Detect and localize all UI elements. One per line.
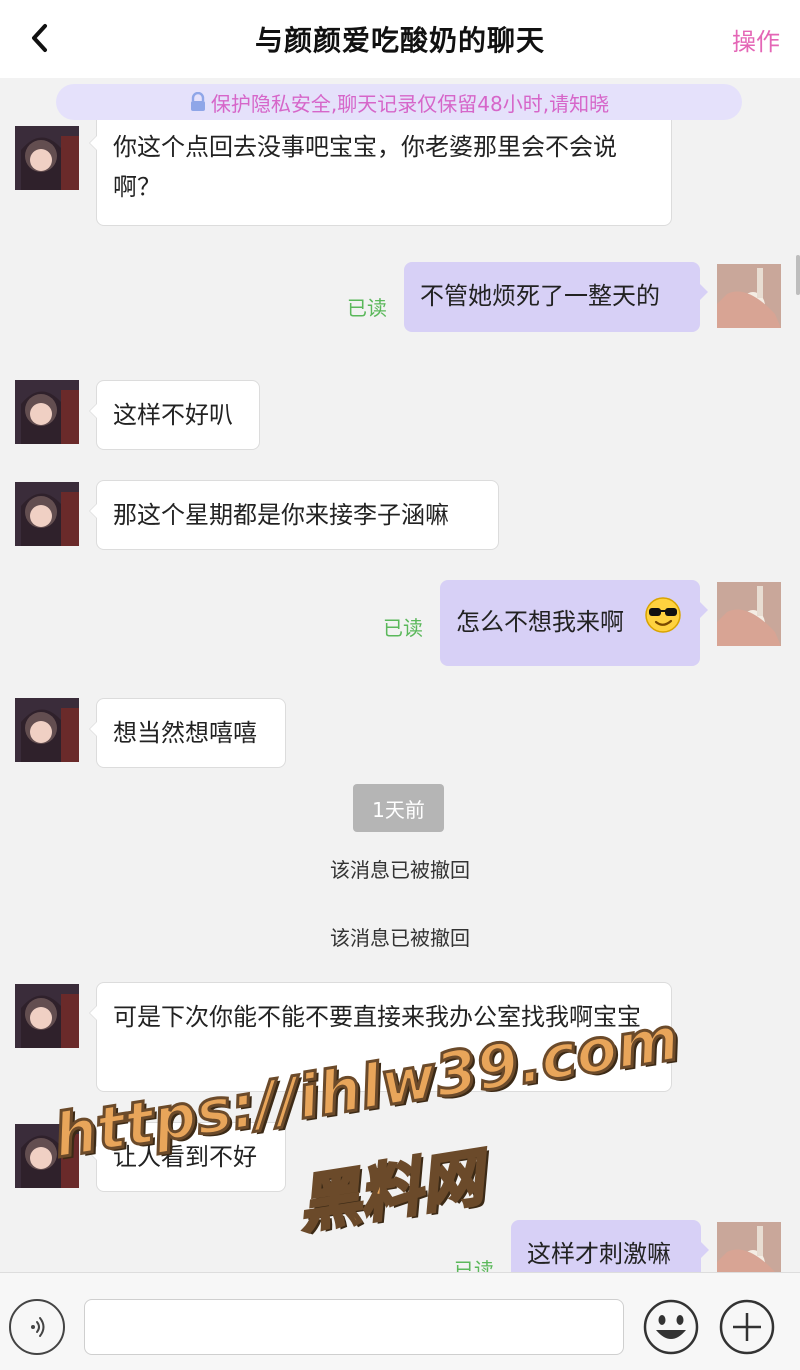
emoji-button[interactable] bbox=[641, 1297, 701, 1357]
message-bubble[interactable]: 你这个点回去没事吧宝宝，你老婆那里会不会说啊？ bbox=[89, 120, 672, 226]
avatar[interactable] bbox=[15, 380, 79, 444]
chevron-left-icon bbox=[32, 24, 47, 52]
message-bubble[interactable]: 想当然想嘻嘻 bbox=[89, 698, 286, 768]
read-status: 已读 bbox=[454, 1258, 494, 1272]
message-text: 怎么不想我来啊 bbox=[456, 608, 624, 636]
message-text: 可是下次你能不能不要直接来我办公室找我啊宝宝 bbox=[113, 1003, 641, 1031]
input-bar bbox=[0, 1272, 800, 1370]
smiley-icon bbox=[643, 1299, 699, 1355]
timestamp-badge: 1天前 bbox=[353, 784, 444, 832]
message-text: 这样才刺激嘛 bbox=[527, 1240, 671, 1268]
my-avatar[interactable] bbox=[717, 582, 781, 646]
message-bubble[interactable]: 不管她烦死了一整天的 bbox=[404, 262, 708, 332]
voice-icon bbox=[31, 1317, 45, 1337]
message-input[interactable] bbox=[84, 1299, 624, 1355]
privacy-notice-text: 保护隐私安全,聊天记录仅保留48小时,请知晓 bbox=[210, 91, 610, 116]
chat-header: 与颜颜爱吃酸奶的聊天 操作 bbox=[0, 0, 800, 78]
plus-icon bbox=[719, 1299, 775, 1355]
message-bubble[interactable]: 让人看到不好 bbox=[89, 1122, 286, 1192]
message-text: 不管她烦死了一整天的 bbox=[420, 282, 660, 310]
read-status: 已读 bbox=[347, 296, 387, 320]
message-bubble[interactable]: 这样才刺激嘛 bbox=[511, 1220, 709, 1272]
avatar[interactable] bbox=[15, 482, 79, 546]
read-status: 已读 bbox=[383, 616, 423, 640]
avatar[interactable] bbox=[15, 126, 79, 190]
lock-icon bbox=[190, 92, 205, 111]
message-text: 让人看到不好 bbox=[113, 1143, 257, 1171]
avatar[interactable] bbox=[15, 984, 79, 1048]
recalled-notice: 该消息已被撤回 bbox=[330, 926, 470, 950]
avatar[interactable] bbox=[15, 1124, 79, 1188]
my-avatar[interactable] bbox=[717, 264, 781, 328]
privacy-notice: 保护隐私安全,聊天记录仅保留48小时,请知晓 bbox=[56, 84, 742, 120]
message-text: 那这个星期都是你来接李子涵嘛 bbox=[113, 501, 449, 529]
recalled-notice: 该消息已被撤回 bbox=[330, 858, 470, 882]
message-text: 这样不好叭 bbox=[113, 401, 233, 429]
voice-button[interactable] bbox=[9, 1299, 65, 1355]
action-button[interactable]: 操作 bbox=[732, 22, 780, 57]
message-bubble[interactable]: 这样不好叭 bbox=[89, 380, 260, 450]
chat-title: 与颜颜爱吃酸奶的聊天 bbox=[254, 24, 545, 57]
message-bubble[interactable]: 怎么不想我来啊 bbox=[440, 580, 708, 666]
message-text: 你这个点回去没事吧宝宝，你老婆那里会不会说啊？ bbox=[113, 133, 617, 201]
more-button[interactable] bbox=[717, 1297, 777, 1357]
message-bubble[interactable]: 可是下次你能不能不要直接来我办公室找我啊宝宝 bbox=[89, 982, 672, 1092]
message-text: 想当然想嘻嘻 bbox=[113, 719, 257, 747]
sunglasses-emoji-icon bbox=[645, 597, 681, 633]
back-button[interactable] bbox=[20, 18, 60, 58]
chat-messages: 你这个点回去没事吧宝宝，你老婆那里会不会说啊？ 已读 不管她烦死了一整天的 这样… bbox=[0, 120, 800, 1272]
message-bubble[interactable]: 那这个星期都是你来接李子涵嘛 bbox=[89, 480, 499, 550]
avatar[interactable] bbox=[15, 698, 79, 762]
my-avatar[interactable] bbox=[717, 1222, 781, 1272]
